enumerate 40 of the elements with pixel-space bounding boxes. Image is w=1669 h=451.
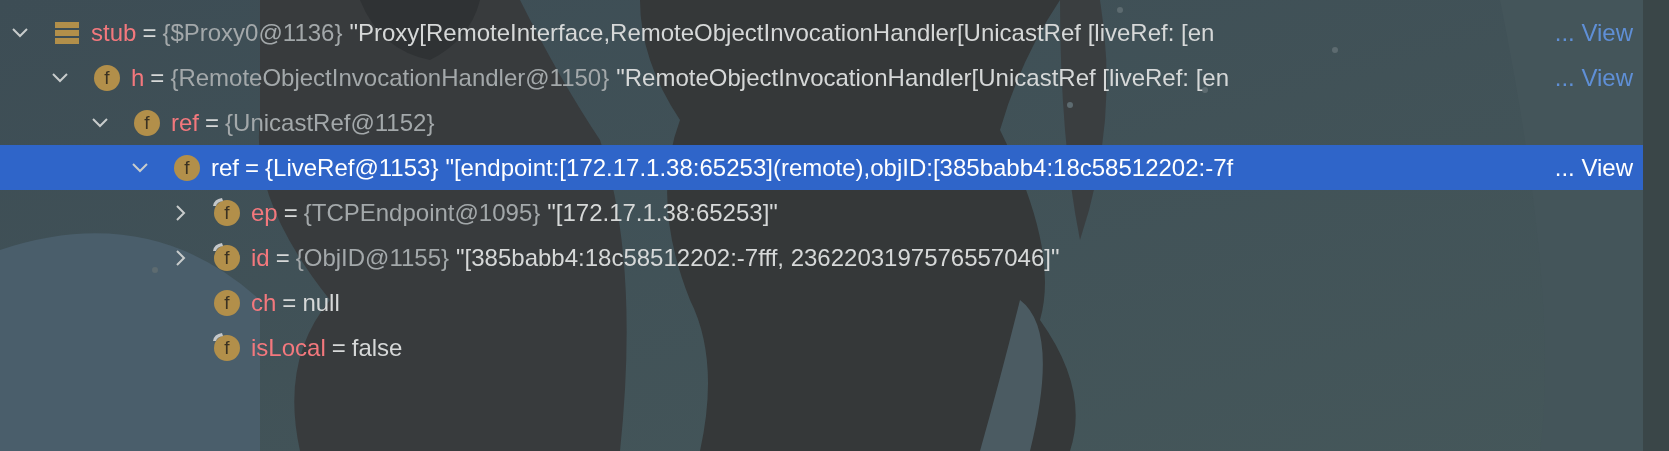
tree-row[interactable]: f ch = null [0, 280, 1643, 325]
object-type: {TCPEndpoint@1095} [303, 198, 541, 227]
object-type: {LiveRef@1153} [265, 153, 439, 182]
equals-sign: = [142, 18, 157, 47]
object-type: {ObjID@1155} [295, 243, 450, 272]
stack-icon [54, 19, 80, 46]
field-icon: f [174, 154, 200, 181]
tree-row[interactable]: f h = {RemoteObjectInvocationHandler@1150} "RemoteObjectInvocationHandler[UnicastRef [liveRef: [en ... View [0, 55, 1643, 100]
variable-name: ch [251, 288, 277, 317]
equals-sign: = [150, 63, 165, 92]
variable-value: "[172.17.1.38:65253]" [547, 198, 778, 227]
variable-value: "[385babb4:18c58512202:-7fff, 2362203197576557046]" [456, 243, 1060, 272]
variable-value: "Proxy[RemoteInterface,RemoteObjectInvocationHandler[UnicastRef [liveRef: [en [349, 18, 1215, 47]
view-link[interactable]: ... View [1554, 153, 1633, 182]
object-type: {$Proxy0@1136} [162, 18, 343, 47]
selected-tree-row[interactable]: f ref = {LiveRef@1153} "[endpoint:[172.17.1.38:65253](remote),objID:[385babb4:18c58512202:-7f ... View [0, 145, 1643, 190]
variable-name: isLocal [251, 333, 326, 362]
tree-row[interactable]: f isLocal = false [0, 325, 1643, 370]
variable-value: false [351, 333, 403, 362]
equals-sign: = [282, 288, 297, 317]
equals-sign: = [283, 198, 298, 227]
equals-sign: = [275, 243, 290, 272]
variable-value: "[endpoint:[172.17.1.38:65253](remote),objID:[385babb4:18c58512202:-7f [445, 153, 1234, 182]
object-type: {RemoteObjectInvocationHandler@1150} [170, 63, 610, 92]
equals-sign: = [331, 333, 346, 362]
variable-name: ref [211, 153, 239, 182]
tree-row[interactable]: f ep = {TCPEndpoint@1095} "[172.17.1.38:65253]" [0, 190, 1643, 235]
variable-name: stub [91, 18, 137, 47]
object-type: {UnicastRef@1152} [225, 108, 435, 137]
tree-row[interactable]: f ref = {UnicastRef@1152} [0, 100, 1643, 145]
variable-name: ep [251, 198, 278, 227]
variable-name: id [251, 243, 270, 272]
variable-name: h [131, 63, 145, 92]
variable-value: "RemoteObjectInvocationHandler[UnicastRef [liveRef: [en [616, 63, 1230, 92]
tree-row[interactable]: f id = {ObjID@1155} "[385babb4:18c58512202:-7fff, 2362203197576557046]" [0, 235, 1643, 280]
variable-name: ref [171, 108, 199, 137]
equals-sign: = [205, 108, 220, 137]
variable-value: null [302, 288, 340, 317]
tree-row[interactable]: stub = {$Proxy0@1136} "Proxy[RemoteInterface,RemoteObjectInvocationHandler[UnicastRef [liveRef: [en ... View [0, 10, 1643, 55]
equals-sign: = [245, 153, 260, 182]
